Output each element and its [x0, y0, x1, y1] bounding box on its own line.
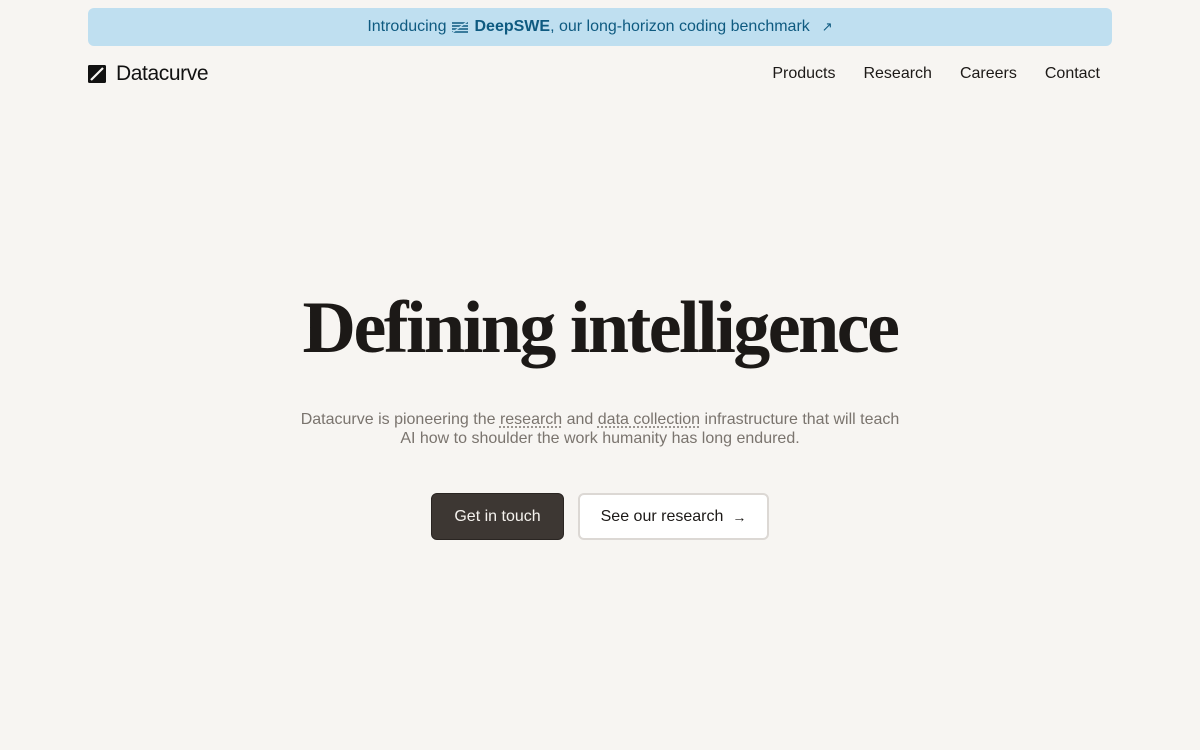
hero-subtitle: Datacurve is pioneering the research and… — [300, 410, 900, 448]
hero-actions: Get in touch See our research → — [0, 493, 1200, 540]
get-in-touch-button[interactable]: Get in touch — [431, 493, 564, 540]
nav-link-research[interactable]: Research — [863, 65, 931, 83]
nav-link-contact[interactable]: Contact — [1045, 65, 1100, 83]
hero-sub-part-2: and — [562, 411, 598, 428]
external-arrow-icon: ↗ — [821, 19, 833, 34]
see-our-research-label: See our research — [600, 507, 724, 525]
data-collection-link[interactable]: data collection — [598, 411, 700, 428]
announcement-prefix: Introducing — [367, 18, 447, 35]
hero-sub-part-1: Datacurve is pioneering the — [300, 411, 500, 428]
announcement-banner[interactable]: Introducing DeepSWE , our long-horizon c… — [88, 8, 1112, 46]
announcement-suffix: , our long-horizon coding benchmark — [550, 18, 810, 35]
logo-link[interactable]: Datacurve — [88, 62, 209, 86]
see-our-research-button[interactable]: See our research → — [578, 493, 769, 540]
datacurve-logo-icon — [88, 65, 106, 83]
hero-title: Defining intelligence — [302, 287, 900, 369]
logo-text: Datacurve — [116, 62, 209, 85]
announcement-brand: DeepSWE — [474, 18, 551, 35]
nav-links: Products Research Careers Contact — [744, 65, 1100, 83]
get-in-touch-label: Get in touch — [454, 507, 541, 525]
arrow-right-icon: → — [732, 508, 747, 525]
nav-link-products[interactable]: Products — [772, 65, 835, 83]
top-navigation: Datacurve Products Research Careers Cont… — [88, 58, 1100, 90]
nav-link-careers[interactable]: Careers — [960, 65, 1017, 83]
research-link[interactable]: research — [500, 411, 562, 428]
deepswe-stripes-icon — [452, 20, 469, 34]
